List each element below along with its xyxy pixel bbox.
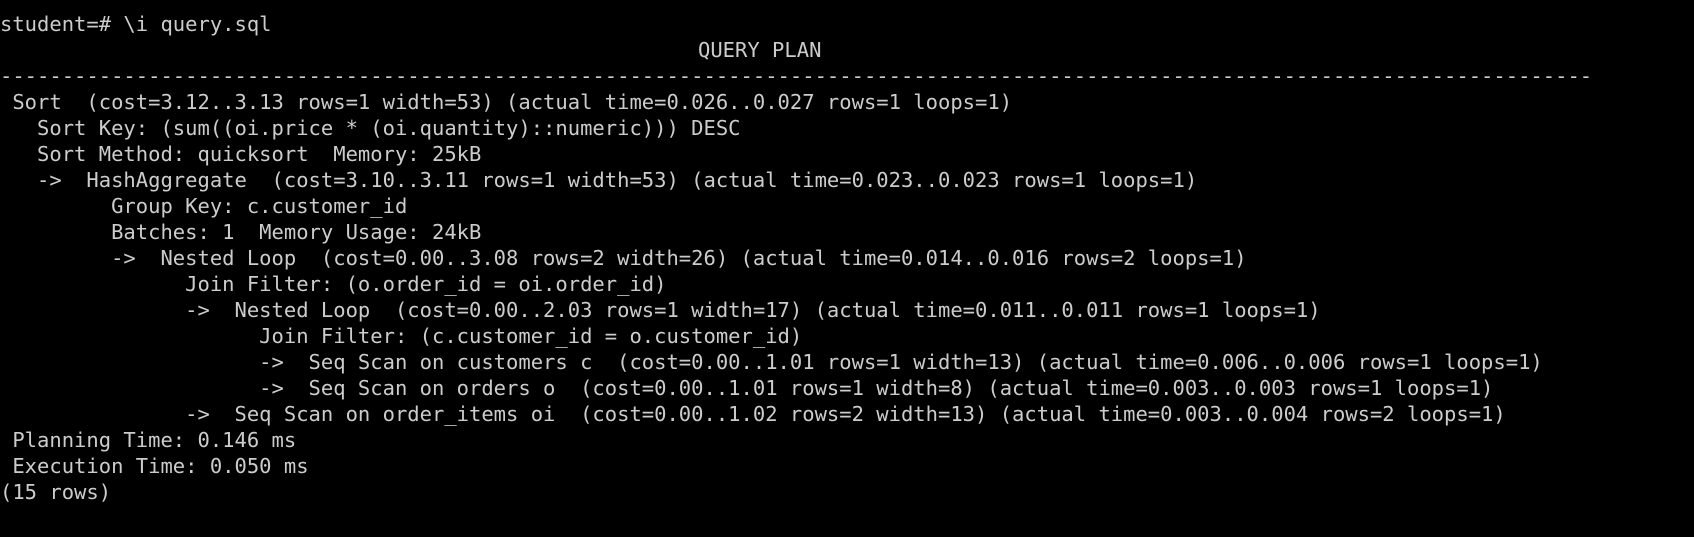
header-separator: ----------------------------------------… xyxy=(0,64,1593,88)
planning-time-row: Planning Time: 0.146 ms xyxy=(0,428,297,452)
query-plan-header: QUERY PLAN xyxy=(698,38,822,62)
plan-row: -> Seq Scan on orders o (cost=0.00..1.01… xyxy=(0,376,1494,400)
plan-row: Sort (cost=3.12..3.13 rows=1 width=53) (… xyxy=(0,90,1013,114)
plan-row: Sort Key: (sum((oi.price * (oi.quantity)… xyxy=(0,116,741,140)
terminal-window[interactable]: student=# \i query.sql QUERY PLAN ------… xyxy=(0,0,1694,537)
plan-row: -> Nested Loop (cost=0.00..2.03 rows=1 w… xyxy=(0,298,1321,322)
plan-row: -> Seq Scan on order_items oi (cost=0.00… xyxy=(0,402,1506,426)
plan-row: -> HashAggregate (cost=3.10..3.11 rows=1… xyxy=(0,168,1198,192)
plan-row: Group Key: c.customer_id xyxy=(0,194,408,218)
plan-row: -> Nested Loop (cost=0.00..3.08 rows=2 w… xyxy=(0,246,1247,270)
row-count-footer: (15 rows) xyxy=(0,480,112,504)
plan-row: -> Seq Scan on customers c (cost=0.00..1… xyxy=(0,350,1543,374)
plan-row: Sort Method: quicksort Memory: 25kB xyxy=(0,142,482,166)
plan-row: Join Filter: (c.customer_id = o.customer… xyxy=(0,324,803,348)
plan-row: Batches: 1 Memory Usage: 24kB xyxy=(0,220,482,244)
plan-row: Join Filter: (o.order_id = oi.order_id) xyxy=(0,272,667,296)
command-prompt-line: student=# \i query.sql xyxy=(0,12,272,36)
execution-time-row: Execution Time: 0.050 ms xyxy=(0,454,309,478)
